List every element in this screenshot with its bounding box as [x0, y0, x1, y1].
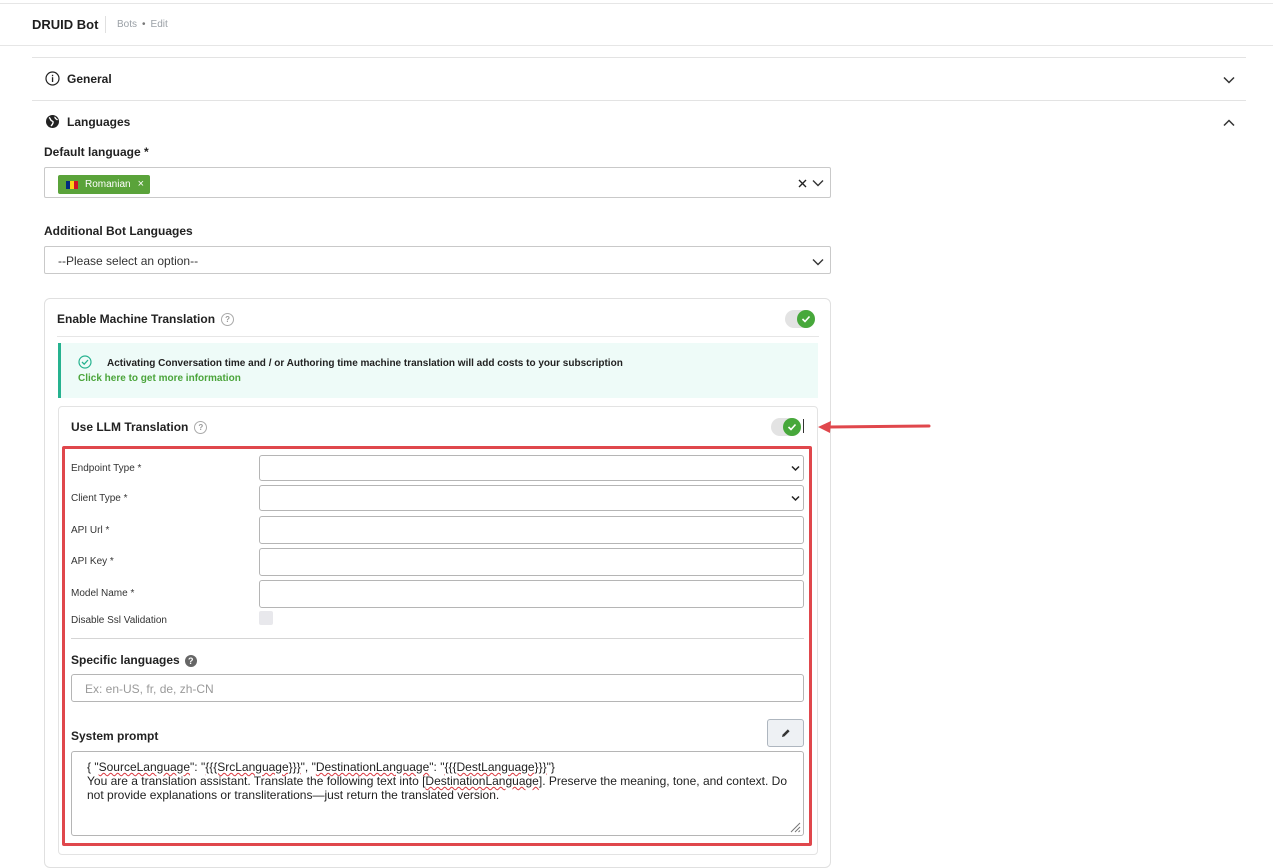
cost-info-text: Activating Conversation time and / or Au… — [107, 358, 623, 369]
prompt-text: You are a translation assistant. Transla… — [87, 774, 426, 788]
prompt-text: {{{DestLanguage}}} — [444, 760, 547, 774]
chevron-down-icon — [791, 465, 800, 472]
api-key-input[interactable] — [259, 548, 804, 576]
breadcrumb-dot: • — [142, 19, 146, 30]
check-icon — [787, 423, 797, 431]
help-icon[interactable]: ? — [194, 421, 208, 435]
chevron-down-icon[interactable] — [812, 178, 824, 188]
default-language-select[interactable]: Romanian × — [44, 167, 831, 198]
globe-icon — [46, 115, 59, 128]
romania-flag-icon — [66, 180, 78, 189]
prompt-text: DestinationLanguage — [315, 760, 430, 774]
specific-languages-input[interactable]: Ex: en-US, fr, de, zh-CN — [71, 674, 804, 702]
prompt-text: SourceLanguage — [98, 760, 191, 774]
additional-languages-select[interactable]: --Please select an option-- — [44, 246, 831, 274]
toggle-knob — [783, 418, 801, 436]
llm-translation-label: Use LLM Translation? — [71, 420, 208, 435]
chevron-up-icon[interactable] — [1222, 116, 1236, 130]
prompt-text: ": " — [190, 760, 206, 774]
help-icon[interactable]: ? — [221, 313, 235, 327]
prompt-text: ": " — [429, 760, 445, 774]
check-icon — [801, 315, 811, 323]
annotation-arrow — [818, 421, 931, 433]
header-separator — [105, 16, 106, 33]
prompt-text: DestinationLanguage — [425, 774, 539, 788]
endpoint-type-select[interactable] — [259, 455, 804, 481]
section-languages-title[interactable]: Languages — [67, 115, 130, 129]
specific-languages-placeholder: Ex: en-US, fr, de, zh-CN — [85, 682, 214, 696]
machine-translation-toggle[interactable] — [785, 310, 815, 328]
api-key-label: API Key * — [71, 556, 114, 567]
edit-prompt-button[interactable] — [767, 719, 804, 747]
resize-handle-icon[interactable] — [789, 821, 801, 833]
prompt-text: { " — [87, 760, 99, 774]
disable-ssl-checkbox[interactable] — [259, 611, 273, 625]
machine-translation-text: Enable Machine Translation — [57, 312, 216, 326]
system-prompt-textarea[interactable]: { "SourceLanguage": "{{{SrcLanguage}}}",… — [71, 751, 804, 836]
help-icon[interactable]: ? — [184, 654, 197, 667]
client-type-label: Client Type * — [71, 493, 128, 504]
breadcrumb: Bots • Edit — [117, 19, 168, 30]
additional-languages-placeholder: --Please select an option-- — [58, 254, 199, 268]
default-language-label: Default language * — [44, 145, 149, 159]
chevron-down-icon — [791, 495, 800, 502]
model-name-input[interactable] — [259, 580, 804, 608]
additional-languages-label: Additional Bot Languages — [44, 224, 193, 238]
prompt-line-1: { "SourceLanguage": "{{{SrcLanguage}}}",… — [87, 760, 788, 774]
more-info-link[interactable]: Click here to get more information — [78, 373, 241, 384]
clear-icon[interactable] — [798, 179, 807, 188]
api-url-label: API Url * — [71, 525, 110, 536]
prompt-text: "} — [546, 760, 555, 774]
chevron-down-icon[interactable] — [1222, 73, 1236, 87]
page-header: DRUID Bot Bots • Edit — [0, 4, 1273, 46]
form-divider — [71, 638, 804, 639]
breadcrumb-edit: Edit — [150, 19, 168, 30]
pencil-icon — [782, 729, 790, 737]
prompt-text: {{{SrcLanguage}}} — [205, 760, 301, 774]
info-icon — [45, 71, 60, 86]
llm-translation-text: Use LLM Translation — [71, 420, 189, 434]
system-prompt-label: System prompt — [71, 729, 159, 743]
client-type-select[interactable] — [259, 485, 804, 511]
breadcrumb-bots[interactable]: Bots — [117, 19, 137, 30]
specific-languages-label: Specific languages? — [71, 653, 197, 667]
section-general-title[interactable]: General — [67, 72, 112, 86]
section-divider — [32, 57, 1246, 58]
card-divider — [57, 336, 819, 337]
app-title: DRUID Bot — [32, 17, 99, 32]
model-name-label: Model Name * — [71, 588, 135, 599]
disable-ssl-label: Disable Ssl Validation — [71, 615, 167, 626]
machine-translation-label: Enable Machine Translation? — [57, 312, 235, 327]
check-circle-icon — [78, 355, 92, 369]
tag-remove-icon[interactable]: × — [138, 175, 144, 194]
toggle-knob — [797, 310, 815, 328]
section-divider — [32, 100, 1246, 101]
chevron-down-icon[interactable] — [812, 257, 824, 267]
selected-language-label: Romanian — [85, 179, 131, 190]
prompt-text: ", " — [300, 760, 316, 774]
cost-info-banner: Activating Conversation time and / or Au… — [58, 343, 818, 398]
prompt-line-2: You are a translation assistant. Transla… — [87, 774, 788, 802]
selected-language-tag: Romanian × — [58, 175, 151, 194]
endpoint-type-label: Endpoint Type * — [71, 463, 142, 474]
llm-translation-toggle[interactable] — [771, 418, 801, 436]
specific-languages-text: Specific languages — [71, 653, 180, 667]
api-url-input[interactable] — [259, 516, 804, 544]
text-cursor — [803, 419, 804, 433]
